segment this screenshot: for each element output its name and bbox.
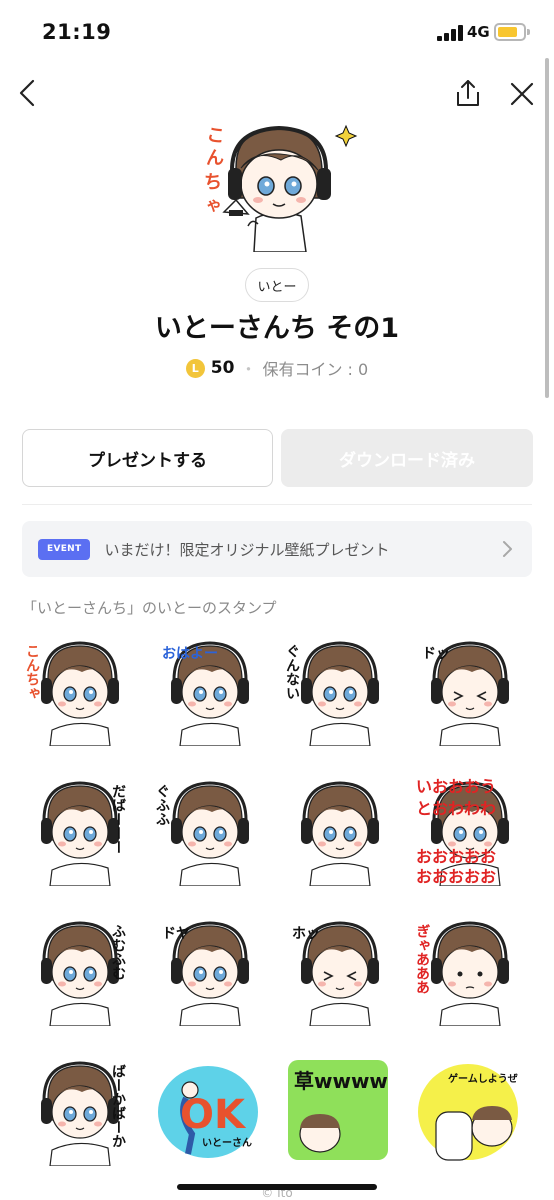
sticker-image: ぎゃあああ (414, 921, 509, 1027)
sticker-image: ばーかばーか (41, 1061, 126, 1167)
sticker-caption: おおおおお (416, 847, 496, 866)
status-time: 21:19 (42, 20, 112, 44)
sticker-image: 草wwww (288, 1060, 388, 1160)
svg-text:こ: こ (205, 124, 226, 147)
sticker-5[interactable]: だばーーー (22, 774, 134, 887)
close-icon[interactable] (508, 80, 536, 108)
home-indicator (177, 1184, 377, 1190)
sticker-caption: いおおおう (416, 777, 496, 796)
battery-icon (494, 23, 530, 41)
separator-dot: ・ (240, 360, 257, 379)
price-row: L 50 ・ 保有コイン : 0 (0, 356, 554, 380)
svg-text:ん: ん (206, 148, 224, 169)
share-icon[interactable] (453, 79, 483, 109)
sticker-image: OKいとーさん (158, 1066, 258, 1158)
network-type: 4G (467, 23, 490, 41)
sticker-4[interactable]: ドッ (412, 634, 524, 747)
sticker-caption: 草wwww (294, 1069, 388, 1093)
sticker-1[interactable]: こんちゃ (22, 634, 134, 747)
author-chip[interactable]: いとー (245, 268, 309, 302)
sticker-7[interactable] (282, 774, 394, 887)
sticker-image: ふむふむ (41, 921, 126, 1027)
sticker-image: いおおおうとおわわわおおおおおおおおおお (416, 777, 509, 887)
sticker-caption: ぎゃあああ (414, 923, 430, 994)
event-text: いまだけ！限定オリジナル壁紙プレゼント (104, 540, 390, 559)
status-bar: 21:19 4G (0, 0, 554, 66)
sticker-image: こんちゃ (24, 641, 119, 747)
back-icon[interactable] (14, 78, 44, 108)
sticker-image: ドッ (422, 641, 509, 747)
chevron-right-icon (503, 541, 512, 557)
sticker-image: おはよー (162, 641, 249, 747)
sticker-image: ゲームしようぜ (418, 1064, 518, 1161)
scrollbar[interactable] (545, 58, 549, 398)
sticker-13[interactable]: ばーかばーか (22, 1054, 134, 1167)
sticker-caption: いとーさん (202, 1137, 252, 1149)
svg-text:ゃ: ゃ (206, 195, 222, 214)
event-banner[interactable]: EVENT いまだけ！限定オリジナル壁紙プレゼント (22, 521, 532, 577)
sticker-6[interactable]: ぐふふ (152, 774, 264, 887)
present-button[interactable]: プレゼントする (22, 429, 273, 487)
section-label: 「いとーさんち」のいとーのスタンプ (22, 599, 277, 617)
price-value: 50 (210, 358, 235, 378)
sticker-caption: ドッ (422, 646, 450, 662)
sticker-caption: ぐふふ (154, 784, 170, 826)
coin-icon: L (185, 358, 205, 378)
svg-text:ち: ち (204, 172, 222, 193)
sticker-14[interactable]: OK いとーさん (152, 1054, 264, 1166)
sticker-caption: だばーーー (110, 784, 126, 854)
sticker-caption: OK (180, 1092, 247, 1138)
sticker-15[interactable]: 草wwww (282, 1054, 394, 1166)
sticker-caption: ドヤ (162, 926, 190, 942)
sticker-16[interactable]: ゲームしようぜ (412, 1054, 524, 1166)
sticker-image (301, 781, 379, 887)
downloaded-button[interactable]: ダウンロード済み (281, 429, 533, 487)
divider (22, 504, 532, 505)
sticker-2[interactable]: おはよー (152, 634, 264, 747)
sticker-image: ぐんない (284, 641, 379, 747)
sticker-10[interactable]: ドヤ (152, 914, 264, 1027)
signal-icon (437, 25, 463, 41)
sticker-caption: ぐんない (284, 644, 300, 700)
sticker-9[interactable]: ふむふむ (22, 914, 134, 1027)
sticker-image: だばーーー (41, 781, 126, 887)
sticker-caption: こんちゃ (24, 644, 40, 700)
owned-coins: 保有コイン : 0 (262, 360, 369, 379)
sticker-caption: ホッ (292, 926, 320, 942)
sticker-12[interactable]: ぎゃあああ (412, 914, 524, 1027)
sticker-caption: ふむふむ (110, 924, 126, 980)
sticker-caption: おはよー (162, 646, 218, 662)
event-badge: EVENT (38, 538, 91, 560)
sticker-image: ぐふふ (154, 781, 249, 887)
sticker-caption: おおおおお (416, 867, 496, 886)
sticker-8[interactable]: いおおおうとおわわわおおおおお おおおおお (412, 774, 524, 887)
sticker-set-title: いとーさんち その1 (154, 313, 400, 344)
main-sticker-image: こ ん ち ゃ (204, 124, 358, 252)
sticker-caption: ばーかばーか (110, 1064, 126, 1148)
sticker-11[interactable]: ホッ (282, 914, 394, 1027)
sticker-3[interactable]: ぐんない (282, 634, 394, 747)
sticker-image: ドヤ (162, 921, 249, 1027)
sticker-image: ホッ (292, 921, 379, 1027)
sticker-caption: ゲームしようぜ (448, 1072, 518, 1085)
sticker-caption: とおわわわ (416, 799, 496, 818)
